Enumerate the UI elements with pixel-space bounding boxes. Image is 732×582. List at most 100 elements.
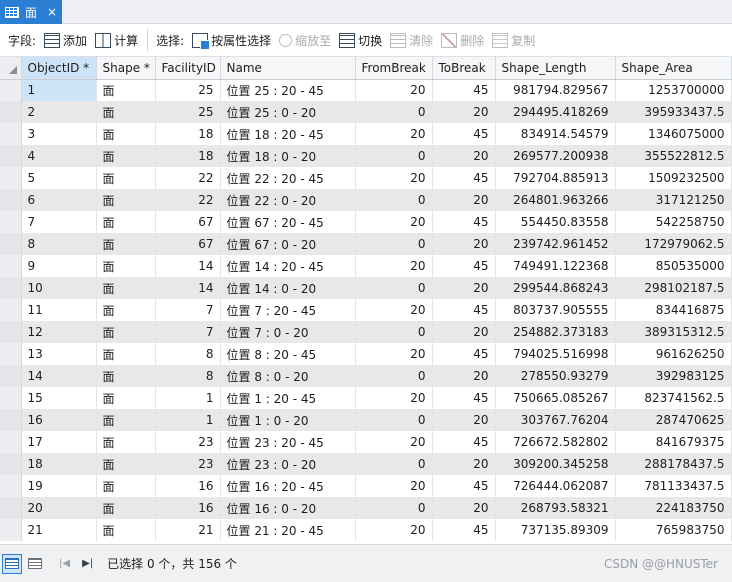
cell-tobreak[interactable]: 20 [432, 233, 496, 255]
cell-objectid[interactable]: 17 [21, 431, 97, 453]
cell-shape-length[interactable]: 794025.516998 [495, 343, 616, 365]
cell-shape[interactable]: 面 [96, 299, 156, 321]
cell-facilityid[interactable]: 23 [155, 453, 221, 475]
cell-shape[interactable]: 面 [96, 211, 156, 233]
row-selector[interactable] [0, 79, 22, 101]
cell-facilityid[interactable]: 67 [155, 211, 221, 233]
row-selector[interactable] [0, 167, 22, 189]
cell-name[interactable]: 位置 18 : 20 - 45 [220, 123, 356, 145]
cell-objectid[interactable]: 20 [21, 497, 97, 519]
cell-tobreak[interactable]: 45 [432, 387, 496, 409]
row-selector[interactable] [0, 145, 22, 167]
cell-frombreak[interactable]: 20 [355, 431, 433, 453]
cell-shape[interactable]: 面 [96, 475, 156, 497]
row-selector[interactable] [0, 409, 22, 431]
cell-shape-length[interactable]: 254882.373183 [495, 321, 616, 343]
cell-frombreak[interactable]: 0 [355, 101, 433, 123]
cell-shape-length[interactable]: 792704.885913 [495, 167, 616, 189]
row-selector[interactable] [0, 453, 22, 475]
cell-objectid[interactable]: 11 [21, 299, 97, 321]
row-selector[interactable] [0, 497, 22, 519]
cell-frombreak[interactable]: 0 [355, 277, 433, 299]
cell-shape-length[interactable]: 737135.89309 [495, 519, 616, 541]
table-row[interactable]: 21 面 21 位置 21 : 20 - 45 20 45 737135.89309 7659… [0, 519, 732, 541]
cell-frombreak[interactable]: 20 [355, 387, 433, 409]
cell-tobreak[interactable]: 45 [432, 255, 496, 277]
cell-frombreak[interactable]: 20 [355, 123, 433, 145]
cell-facilityid[interactable]: 21 [155, 519, 221, 541]
cell-objectid[interactable]: 2 [21, 101, 97, 123]
table-row[interactable]: 11 面 7 位置 7 : 20 - 45 20 45 803737.905555 83441… [0, 299, 732, 321]
table-row[interactable]: 2 面 25 位置 25 : 0 - 20 0 20 294495.418269 395933… [0, 101, 732, 123]
column-header-shape[interactable]: Shape * [96, 57, 156, 80]
cell-tobreak[interactable]: 20 [432, 409, 496, 431]
cell-objectid[interactable]: 12 [21, 321, 97, 343]
cell-shape-area[interactable]: 1509232500 [615, 167, 732, 189]
table-row[interactable]: 15 面 1 位置 1 : 20 - 45 20 45 750665.085267 82374… [0, 387, 732, 409]
cell-shape-area[interactable]: 355522812.5 [615, 145, 732, 167]
cell-facilityid[interactable]: 18 [155, 145, 221, 167]
table-row[interactable]: 8 面 67 位置 67 : 0 - 20 0 20 239742.961452 172979… [0, 233, 732, 255]
cell-frombreak[interactable]: 20 [355, 255, 433, 277]
first-record-icon[interactable]: |◀ [59, 558, 70, 569]
cell-shape-area[interactable]: 288178437.5 [615, 453, 732, 475]
table-row[interactable]: 13 面 8 位置 8 : 20 - 45 20 45 794025.516998 96162… [0, 343, 732, 365]
cell-shape-length[interactable]: 299544.868243 [495, 277, 616, 299]
cell-frombreak[interactable]: 20 [355, 519, 433, 541]
column-header-shape-length[interactable]: Shape_Length [495, 57, 616, 80]
cell-name[interactable]: 位置 25 : 20 - 45 [220, 79, 356, 101]
cell-objectid[interactable]: 13 [21, 343, 97, 365]
last-record-icon[interactable]: ▶| [82, 558, 93, 569]
delete-selection-button[interactable]: 删除 [441, 32, 484, 49]
cell-frombreak[interactable]: 20 [355, 167, 433, 189]
cell-shape-length[interactable]: 264801.963266 [495, 189, 616, 211]
cell-objectid[interactable]: 6 [21, 189, 97, 211]
column-header-facilityid[interactable]: FacilityID [155, 57, 221, 80]
cell-shape-length[interactable]: 834914.54579 [495, 123, 616, 145]
cell-shape[interactable]: 面 [96, 409, 156, 431]
add-field-button[interactable]: 添加 [44, 32, 87, 49]
column-header-frombreak[interactable]: FromBreak [355, 57, 433, 80]
row-selector[interactable] [0, 343, 22, 365]
cell-name[interactable]: 位置 67 : 0 - 20 [220, 233, 356, 255]
cell-shape-area[interactable]: 395933437.5 [615, 101, 732, 123]
table-row[interactable]: 5 面 22 位置 22 : 20 - 45 20 45 792704.885913 1509… [0, 167, 732, 189]
cell-shape-area[interactable]: 1346075000 [615, 123, 732, 145]
cell-facilityid[interactable]: 16 [155, 497, 221, 519]
cell-shape-area[interactable]: 392983125 [615, 365, 732, 387]
column-header-shape-area[interactable]: Shape_Area [615, 57, 732, 80]
cell-shape[interactable]: 面 [96, 167, 156, 189]
cell-facilityid[interactable]: 18 [155, 123, 221, 145]
row-selector[interactable] [0, 123, 22, 145]
cell-name[interactable]: 位置 25 : 0 - 20 [220, 101, 356, 123]
copy-selection-button[interactable]: 复制 [492, 32, 535, 49]
cell-name[interactable]: 位置 7 : 20 - 45 [220, 299, 356, 321]
cell-frombreak[interactable]: 0 [355, 453, 433, 475]
cell-shape-area[interactable]: 1253700000 [615, 79, 732, 101]
cell-objectid[interactable]: 16 [21, 409, 97, 431]
cell-shape[interactable]: 面 [96, 101, 156, 123]
column-header-objectid[interactable]: ObjectID * [21, 57, 97, 80]
cell-name[interactable]: 位置 67 : 20 - 45 [220, 211, 356, 233]
table-row[interactable]: 4 面 18 位置 18 : 0 - 20 0 20 269577.200938 355522… [0, 145, 732, 167]
cell-facilityid[interactable]: 8 [155, 343, 221, 365]
cell-frombreak[interactable]: 0 [355, 189, 433, 211]
cell-name[interactable]: 位置 14 : 0 - 20 [220, 277, 356, 299]
cell-shape[interactable]: 面 [96, 519, 156, 541]
cell-objectid[interactable]: 5 [21, 167, 97, 189]
row-selector[interactable] [0, 431, 22, 453]
cell-frombreak[interactable]: 0 [355, 233, 433, 255]
cell-shape-length[interactable]: 278550.93279 [495, 365, 616, 387]
cell-objectid[interactable]: 15 [21, 387, 97, 409]
cell-objectid[interactable]: 9 [21, 255, 97, 277]
cell-tobreak[interactable]: 45 [432, 299, 496, 321]
cell-tobreak[interactable]: 20 [432, 365, 496, 387]
row-selector[interactable] [0, 233, 22, 255]
table-row[interactable]: 7 面 67 位置 67 : 20 - 45 20 45 554450.83558 54225… [0, 211, 732, 233]
close-icon[interactable]: × [47, 6, 57, 18]
cell-tobreak[interactable]: 20 [432, 101, 496, 123]
zoom-to-button[interactable]: 缩放至 [279, 32, 331, 49]
select-all-corner[interactable] [0, 57, 22, 80]
cell-facilityid[interactable]: 8 [155, 365, 221, 387]
table-row[interactable]: 12 面 7 位置 7 : 0 - 20 0 20 254882.373183 3893153… [0, 321, 732, 343]
